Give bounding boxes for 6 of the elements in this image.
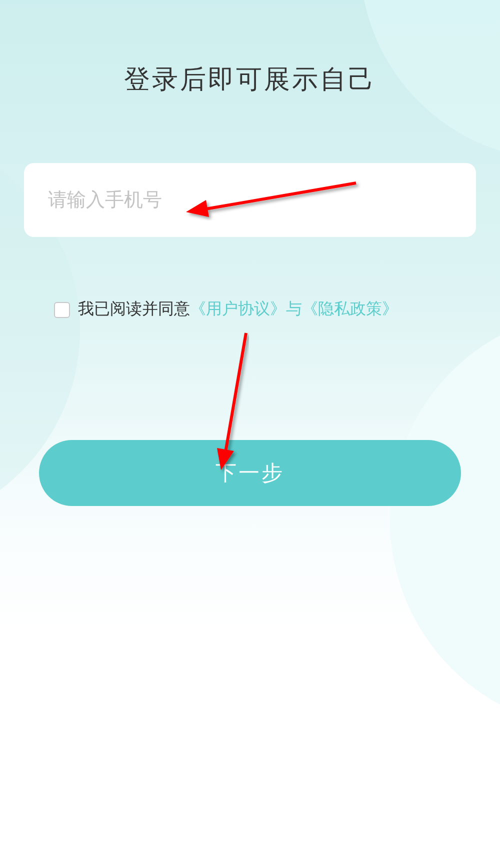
policy-link[interactable]: 《隐私政策》 <box>302 299 398 318</box>
agreement-checkbox[interactable] <box>54 302 70 318</box>
policy-link[interactable]: 《用户协议》 <box>190 299 286 318</box>
phone-input-field[interactable]: 请输入手机号 <box>24 163 476 237</box>
page-title: 登录后即可展示自己 <box>124 64 376 97</box>
agreement-text: 我已阅读并同意《用户协议》与《隐私政策》 <box>78 299 398 320</box>
